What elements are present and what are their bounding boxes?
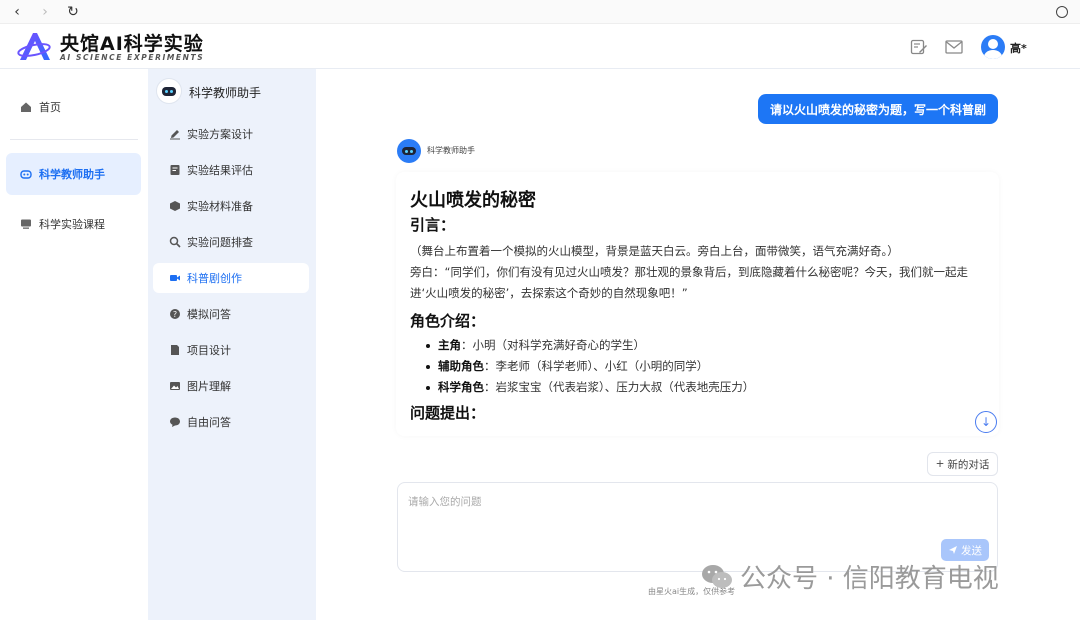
new-chat-label: 新的对话 xyxy=(947,458,990,471)
sub-item-material-prep[interactable]: 实验材料准备 xyxy=(153,191,309,221)
watermark: 公众号 · 信阳教育电视 xyxy=(700,558,999,595)
roles-list: 主角：小明（对科学充满好奇心的学生） 辅助角色：李老师（科学老师）、小红（小明的… xyxy=(410,335,985,398)
search-icon xyxy=(169,236,181,248)
nav-item-science-teacher-assistant[interactable]: 科学教师助手 xyxy=(6,153,141,195)
cube-icon xyxy=(170,201,180,211)
sub-menu-title: 科学教师助手 xyxy=(189,86,262,100)
chat-icon xyxy=(170,417,180,427)
assistant-answer-card: 火山喷发的秘密 引言： （舞台上布置着一个模拟的火山模型，背景是蓝天白云。旁白上… xyxy=(396,172,999,436)
app-header: 央馆AI科学实验 AI SCIENCE EXPERIMENTS 高* xyxy=(0,24,1080,69)
nav-divider xyxy=(10,139,138,140)
user-message-bubble: 请以火山喷发的秘密为题，写一个科普剧 xyxy=(757,94,998,124)
sub-item-image-understanding[interactable]: 图片理解 xyxy=(153,371,309,401)
scroll-to-bottom-button[interactable]: ↓ xyxy=(975,411,997,433)
svg-text:?: ? xyxy=(173,310,177,319)
list-item: 辅助角色：李老师（科学老师）、小红（小明的同学） xyxy=(424,356,985,377)
nav-item-home[interactable]: 首页 xyxy=(6,86,141,128)
role-text: ：李老师（科学老师）、小红（小明的同学） xyxy=(484,359,709,373)
browser-extension-icon[interactable] xyxy=(1056,6,1068,18)
pencil-icon xyxy=(170,130,180,140)
send-plane-icon xyxy=(949,546,957,554)
browser-toolbar: ‹ › ↻ xyxy=(0,0,1080,24)
sub-item-label: 自由问答 xyxy=(187,416,231,429)
sub-item-label: 图片理解 xyxy=(187,380,231,393)
assistant-name: 科学教师助手 xyxy=(427,146,475,155)
answer-title: 火山喷发的秘密 xyxy=(410,190,536,211)
sub-item-label: 实验结果评估 xyxy=(187,164,253,177)
sub-item-label: 实验方案设计 xyxy=(187,128,253,141)
answer-roles-heading: 角色介绍： xyxy=(410,312,486,330)
sub-item-label: 模拟问答 xyxy=(187,308,231,321)
question-icon: ? xyxy=(170,309,180,319)
role-label: 科学角色 xyxy=(438,380,484,394)
watermark-text: 公众号 · 信阳教育电视 xyxy=(740,564,999,594)
role-text: ：小明（对科学充满好奇心的学生） xyxy=(461,338,645,352)
sub-item-label: 科普剧创作 xyxy=(187,272,242,285)
send-label: 发送 xyxy=(961,544,982,557)
wechat-icon xyxy=(702,564,732,588)
robot-icon xyxy=(20,170,32,179)
brand-subtitle: AI SCIENCE EXPERIMENTS xyxy=(60,53,205,62)
new-chat-button[interactable]: + 新的对话 xyxy=(927,452,998,476)
edit-note-icon[interactable] xyxy=(910,39,928,55)
nav-item-experiment-courses[interactable]: 科学实验课程 xyxy=(6,203,141,245)
role-label: 主角 xyxy=(438,338,461,352)
arrow-down-icon: ↓ xyxy=(980,415,992,429)
plus-icon: + xyxy=(935,458,945,470)
checklist-icon xyxy=(170,165,180,175)
sub-item-troubleshooting[interactable]: 实验问题排查 xyxy=(153,227,309,257)
monitor-icon xyxy=(21,219,31,229)
sub-item-mock-qa[interactable]: ? 模拟问答 xyxy=(153,299,309,329)
back-arrow-icon[interactable]: ‹ xyxy=(10,5,24,19)
list-item: 主角：小明（对科学充满好奇心的学生） xyxy=(424,335,985,356)
user-avatar[interactable] xyxy=(981,35,1005,59)
answer-question-heading: 问题提出： xyxy=(410,404,486,422)
list-item: 科学角色：岩浆宝宝（代表岩浆）、压力大叔（代表地壳压力） xyxy=(424,377,985,398)
chat-panel: 请以火山喷发的秘密为题，写一个科普剧 科学教师助手 火山喷发的秘密 引言： （舞… xyxy=(316,69,1080,620)
assistant-message-avatar xyxy=(397,139,421,163)
forward-arrow-icon[interactable]: › xyxy=(38,5,52,19)
assistant-avatar xyxy=(156,78,182,104)
answer-narration: 旁白：“同学们，你们有没有见过火山喷发？那壮观的景象背后，到底隐藏着什么秘密呢？… xyxy=(410,265,968,300)
sub-item-experiment-design[interactable]: 实验方案设计 xyxy=(153,119,309,149)
role-label: 辅助角色 xyxy=(438,359,484,373)
left-nav: 首页 科学教师助手 科学实验课程 xyxy=(0,69,148,620)
nav-item-label: 科学教师助手 xyxy=(39,168,105,181)
answer-stage-direction: （舞台上布置着一个模拟的火山模型，背景是蓝天白云。旁白上台，面带微笑，语气充满好… xyxy=(410,244,899,258)
sub-item-label: 实验问题排查 xyxy=(187,236,253,249)
sub-menu: 科学教师助手 实验方案设计 实验结果评估 实验材料准备 实验问题排查 科普剧创作… xyxy=(148,69,316,620)
brand-title: 央馆AI科学实验 xyxy=(60,33,204,55)
image-icon xyxy=(170,382,180,390)
home-icon xyxy=(21,102,31,112)
role-text: ：岩浆宝宝（代表岩浆）、压力大叔（代表地壳压力） xyxy=(484,380,755,394)
sub-item-label: 实验材料准备 xyxy=(187,200,253,213)
mail-icon[interactable] xyxy=(945,39,963,55)
sub-item-project-design[interactable]: 项目设计 xyxy=(153,335,309,365)
reload-icon[interactable]: ↻ xyxy=(66,5,80,19)
document-icon xyxy=(171,345,179,355)
sub-item-free-qa[interactable]: 自由问答 xyxy=(153,407,309,437)
logo-icon xyxy=(17,33,51,60)
nav-item-label: 科学实验课程 xyxy=(39,218,105,231)
sub-item-label: 项目设计 xyxy=(187,344,231,357)
nav-item-label: 首页 xyxy=(39,101,61,114)
answer-intro-heading: 引言： xyxy=(410,216,456,234)
video-icon xyxy=(170,275,180,281)
user-name[interactable]: 高* xyxy=(1010,40,1027,56)
sub-item-science-drama[interactable]: 科普剧创作 xyxy=(153,263,309,293)
sub-item-result-evaluation[interactable]: 实验结果评估 xyxy=(153,155,309,185)
